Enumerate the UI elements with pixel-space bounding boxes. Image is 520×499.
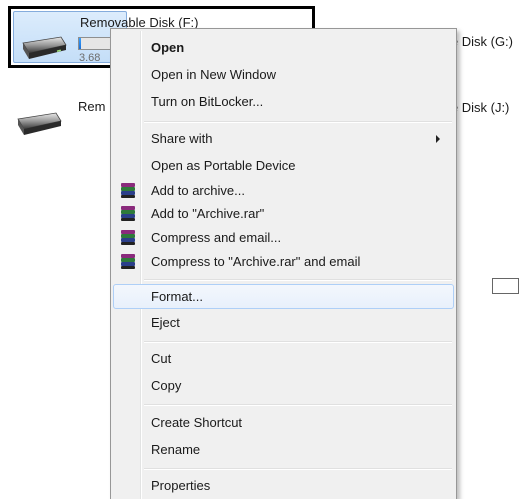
menu-item-open-label: Open (151, 40, 185, 55)
menu-item-eject[interactable]: Eject (113, 310, 454, 335)
menu-item-open[interactable]: Open (113, 35, 454, 60)
menu-item-create-shortcut-label: Create Shortcut (151, 415, 243, 430)
drive-j-label[interactable]: le Disk (J:) (448, 100, 509, 115)
menu-item-rename-label: Rename (151, 442, 201, 457)
menu-item-copy-label: Copy (151, 378, 182, 393)
menu-item-format[interactable]: Format... (113, 284, 454, 309)
winrar-icon (121, 254, 135, 269)
menu-item-open-new-window-label: Open in New Window (151, 67, 276, 82)
drive-f-usage-fill (79, 38, 82, 49)
menu-separator (144, 468, 452, 470)
menu-separator (144, 121, 452, 123)
menu-item-compress-email-label: Compress and email... (151, 230, 282, 245)
drive-second-name: Rem (78, 99, 106, 114)
menu-item-open-portable-label: Open as Portable Device (151, 158, 296, 173)
menu-item-open-new-window[interactable]: Open in New Window (113, 62, 454, 87)
menu-separator (144, 341, 452, 343)
menu-item-compress-rar-email-label: Compress to "Archive.rar" and email (151, 254, 361, 269)
menu-item-add-archive-label: Add to archive... (151, 183, 245, 198)
menu-item-add-archive[interactable]: Add to archive... (113, 178, 454, 203)
menu-item-compress-email[interactable]: Compress and email... (113, 225, 454, 250)
menu-item-bitlocker-label: Turn on BitLocker... (151, 94, 264, 109)
menu-item-add-archive-rar-label: Add to "Archive.rar" (151, 206, 265, 221)
winrar-icon (121, 183, 135, 198)
menu-separator (144, 404, 452, 406)
winrar-icon (121, 230, 135, 245)
menu-item-bitlocker[interactable]: Turn on BitLocker... (113, 89, 454, 114)
menu-item-share-with-label: Share with (151, 131, 213, 146)
menu-item-format-label: Format... (151, 289, 204, 304)
small-box (492, 278, 519, 294)
menu-item-rename[interactable]: Rename (113, 437, 454, 462)
context-menu: Open Open in New Window Turn on BitLocke… (110, 28, 457, 499)
drive-f-size-text: 3.68 (79, 52, 101, 64)
menu-separator (144, 279, 452, 281)
menu-item-open-portable[interactable]: Open as Portable Device (113, 153, 454, 178)
drive-g-label[interactable]: le Disk (G:) (448, 34, 513, 49)
winrar-icon (121, 206, 135, 221)
menu-item-eject-label: Eject (151, 315, 180, 330)
usb-drive-icon (22, 36, 67, 59)
usb-drive-icon (17, 112, 62, 135)
menu-item-cut-label: Cut (151, 351, 172, 366)
menu-item-share-with[interactable]: Share with (113, 126, 454, 151)
menu-item-add-archive-rar[interactable]: Add to "Archive.rar" (113, 201, 454, 226)
menu-item-properties[interactable]: Properties (113, 473, 454, 498)
submenu-arrow-icon (436, 135, 440, 143)
menu-item-compress-rar-email[interactable]: Compress to "Archive.rar" and email (113, 249, 454, 274)
menu-item-copy[interactable]: Copy (113, 373, 454, 398)
menu-item-properties-label: Properties (151, 478, 211, 493)
menu-item-create-shortcut[interactable]: Create Shortcut (113, 410, 454, 435)
menu-item-cut[interactable]: Cut (113, 346, 454, 371)
